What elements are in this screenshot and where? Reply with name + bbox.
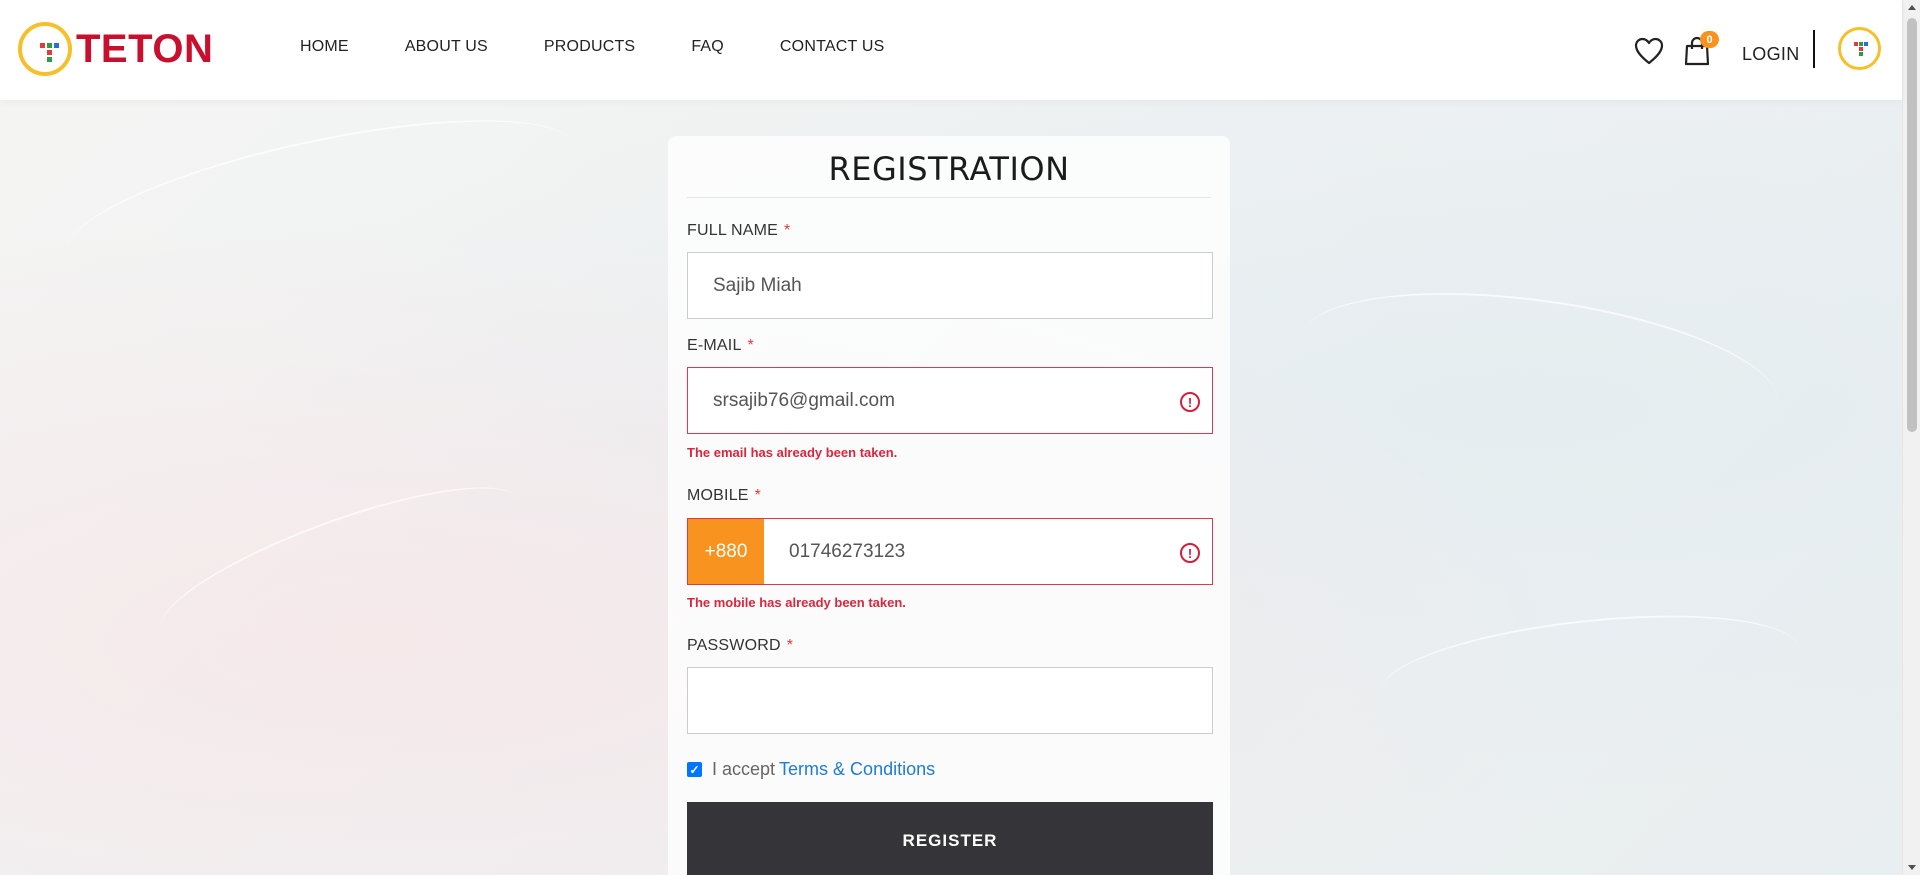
login-link[interactable]: LOGIN (1742, 44, 1800, 65)
full-name-value: Sajib Miah (713, 274, 802, 296)
logo-mark-icon (18, 22, 72, 76)
nav-faq[interactable]: FAQ (691, 38, 724, 56)
mobile-label-text: MOBILE (687, 487, 749, 504)
nav-contact-us[interactable]: CONTACT US (780, 38, 885, 56)
nav-home[interactable]: HOME (300, 38, 349, 56)
required-asterisk: * (754, 487, 762, 504)
error-icon: ! (1180, 543, 1200, 563)
email-label-text: E-MAIL (687, 337, 742, 354)
main-nav: HOME ABOUT US PRODUCTS FAQ CONTACT US (300, 38, 940, 56)
terms-checkbox[interactable]: ✓ (687, 762, 702, 777)
register-button[interactable]: REGISTER (687, 802, 1213, 875)
country-code-prefix: +880 (687, 518, 764, 585)
mobile-label: MOBILE * (687, 487, 761, 505)
terms-link[interactable]: Terms & Conditions (779, 759, 935, 780)
page-scrollbar[interactable] (1902, 0, 1920, 875)
scroll-down-arrow-icon[interactable] (1908, 865, 1916, 870)
required-asterisk: * (786, 637, 794, 654)
required-asterisk: * (747, 337, 754, 354)
error-icon: ! (1180, 392, 1200, 412)
terms-text: I accept (712, 759, 776, 779)
brand-logo[interactable]: TETON (18, 21, 213, 77)
header-divider (1813, 30, 1815, 68)
mobile-input[interactable]: 01746273123 ! (763, 518, 1213, 585)
user-avatar[interactable] (1838, 27, 1881, 70)
full-name-input[interactable]: Sajib Miah (687, 252, 1213, 319)
heart-icon[interactable] (1634, 37, 1664, 65)
password-label-text: PASSWORD (687, 637, 781, 654)
scroll-up-arrow-icon[interactable] (1908, 5, 1916, 10)
email-value: srsajib76@gmail.com (713, 389, 895, 411)
email-error-message: The email has already been taken. (687, 445, 898, 460)
texture-streak (1375, 598, 1805, 742)
mobile-value: 01746273123 (789, 540, 906, 562)
email-input[interactable]: srsajib76@gmail.com ! (687, 367, 1213, 434)
terms-acceptance: ✓ I accept Terms & Conditions (687, 759, 935, 780)
scroll-thumb[interactable] (1907, 18, 1917, 432)
nav-about-us[interactable]: ABOUT US (405, 38, 488, 56)
texture-streak (1292, 267, 1788, 473)
mobile-error-message: The mobile has already been taken. (687, 595, 906, 610)
site-header: TETON HOME ABOUT US PRODUCTS FAQ CONTACT… (0, 0, 1902, 100)
required-asterisk: * (784, 222, 791, 239)
full-name-label-text: FULL NAME (687, 222, 779, 239)
nav-products[interactable]: PRODUCTS (544, 38, 635, 56)
password-input[interactable] (687, 667, 1213, 734)
cart-count-badge: 0 (1700, 31, 1719, 48)
brand-name: TETON (76, 26, 214, 71)
email-label: E-MAIL * (687, 337, 754, 355)
texture-streak (146, 457, 534, 673)
full-name-label: FULL NAME * (687, 222, 790, 240)
password-label: PASSWORD * (687, 637, 793, 655)
title-divider (687, 197, 1211, 198)
page-title: REGISTRATION (828, 150, 1070, 188)
texture-streak (53, 87, 587, 313)
